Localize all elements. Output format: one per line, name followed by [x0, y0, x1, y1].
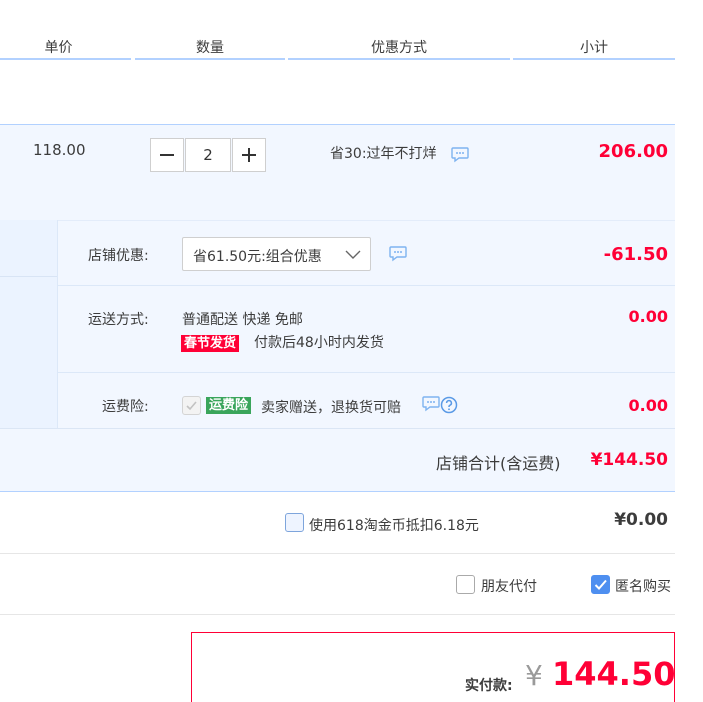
- insurance-chat-button[interactable]: [422, 396, 440, 416]
- header-subtotal: 小计: [513, 0, 675, 60]
- header-underline: [0, 58, 131, 60]
- friend-pay-checkbox[interactable]: [456, 575, 475, 594]
- insurance-text: 卖家赠送，退换货可赔: [261, 400, 401, 416]
- header-quantity: 数量: [135, 0, 285, 60]
- shop-discount-select[interactable]: 省61.50元:组合优惠: [182, 237, 371, 271]
- spring-festival-badge-text: 春节发货: [181, 335, 240, 352]
- header-underline: [513, 58, 675, 60]
- header-underline: [135, 58, 285, 60]
- check-icon: [186, 401, 197, 411]
- insurance-badge: 运费险: [206, 394, 252, 414]
- divider: [57, 285, 675, 286]
- minus-icon: [160, 154, 174, 156]
- header-discount: 优惠方式: [288, 0, 510, 60]
- decrease-quantity-button[interactable]: [150, 138, 184, 172]
- chat-icon: [389, 246, 407, 262]
- order-total-label: 实付款:: [465, 678, 513, 694]
- chevron-down-icon: [345, 250, 361, 259]
- shop-discount-amount: -61.50: [603, 244, 668, 265]
- chat-icon: [422, 396, 440, 412]
- item-discount-chat-button[interactable]: [451, 147, 469, 167]
- header-subtotal-label: 小计: [580, 40, 608, 56]
- header-unit-price: 单价: [0, 0, 131, 60]
- shop-discount-label: 店铺优惠:: [88, 248, 149, 264]
- divider: [0, 614, 675, 615]
- divider: [0, 276, 57, 277]
- shop-discount-selected: 省61.50元:组合优惠: [193, 249, 322, 265]
- item-unit-price: 118.00: [33, 141, 86, 159]
- insurance-checkbox[interactable]: [182, 396, 201, 415]
- spring-festival-badge: 春节发货: [181, 332, 240, 352]
- shop-discount-chat-button[interactable]: [389, 246, 407, 266]
- insurance-amount: 0.00: [628, 396, 668, 415]
- question-icon: [440, 396, 458, 414]
- item-row: [0, 124, 675, 220]
- insurance-badge-text: 运费险: [206, 397, 252, 414]
- divider: [0, 553, 675, 554]
- plus-icon: [242, 148, 256, 162]
- divider: [57, 372, 675, 373]
- shop-left-column: [0, 220, 57, 428]
- anonymous-checkbox[interactable]: [591, 575, 610, 594]
- order-currency: ¥: [525, 659, 543, 692]
- chat-icon: [451, 147, 469, 163]
- item-discount-text: 省30:过年不打烊: [330, 146, 437, 162]
- shipping-amount: 0.00: [628, 307, 668, 326]
- coins-amount: ¥0.00: [614, 510, 668, 530]
- shipping-label: 运送方式:: [88, 312, 149, 328]
- check-icon: [594, 579, 607, 590]
- header-underline: [288, 58, 510, 60]
- shop-total-label: 店铺合计(含运费): [436, 454, 561, 473]
- quantity-input[interactable]: 2: [185, 138, 231, 172]
- item-subtotal: 206.00: [598, 141, 668, 162]
- coins-checkbox[interactable]: [285, 513, 304, 532]
- insurance-help-button[interactable]: [440, 396, 458, 418]
- order-total-amount: 144.50: [552, 655, 676, 693]
- shop-total-amount: ¥144.50: [590, 450, 668, 470]
- coins-label: 使用618淘金币抵扣6.18元: [309, 518, 479, 534]
- anonymous-label: 匿名购买: [615, 579, 671, 595]
- friend-pay-label: 朋友代付: [481, 579, 537, 595]
- header-quantity-label: 数量: [196, 40, 224, 56]
- header-unit-price-label: 单价: [44, 40, 73, 56]
- insurance-label: 运费险:: [102, 399, 149, 415]
- header-discount-label: 优惠方式: [371, 40, 427, 56]
- shipping-method: 普通配送 快递 免邮: [182, 312, 303, 328]
- order-total-box: 实付款: ¥ 144.50: [191, 632, 675, 702]
- increase-quantity-button[interactable]: [232, 138, 266, 172]
- table-header: 单价 数量 优惠方式 小计: [0, 0, 675, 60]
- shipping-note: 付款后48小时内发货: [254, 335, 384, 351]
- divider: [57, 220, 58, 428]
- quantity-stepper: 2: [150, 138, 266, 172]
